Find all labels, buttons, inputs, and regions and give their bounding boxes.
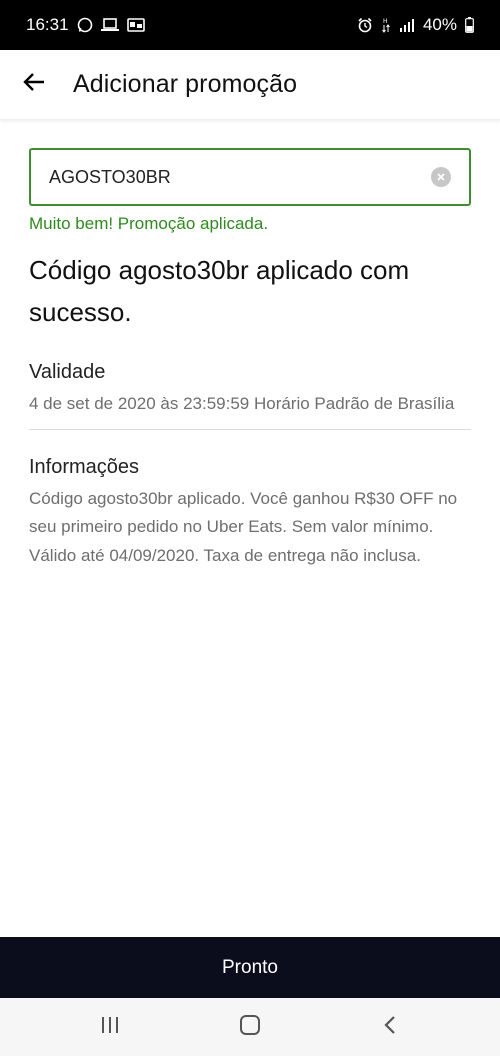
back-icon <box>383 1015 397 1040</box>
laptop-icon <box>100 18 119 32</box>
clear-circle-icon[interactable] <box>431 167 451 187</box>
status-time: 16:31 <box>26 15 69 34</box>
app-bar: Adicionar promoção <box>0 50 500 120</box>
home-button[interactable] <box>210 998 290 1056</box>
back-nav-button[interactable] <box>350 998 430 1056</box>
validity-section: Validade 4 de set de 2020 às 23:59:59 Ho… <box>29 358 471 419</box>
info-text: Código agosto30br aplicado. Você ganhou … <box>29 488 458 565</box>
promo-code-field[interactable] <box>29 148 471 206</box>
promo-code-input[interactable] <box>49 166 431 188</box>
info-section: Informações Código agosto30br aplicado. … <box>29 453 471 571</box>
card-icon <box>126 18 145 32</box>
home-icon <box>239 1014 261 1041</box>
status-right: H 40% <box>357 15 474 35</box>
recent-apps-icon <box>100 1016 120 1039</box>
divider <box>29 428 471 430</box>
validity-text: 4 de set de 2020 às 23:59:59 Horário Pad… <box>29 394 455 413</box>
success-headline: Código agosto30br aplicado com sucesso. <box>29 255 410 327</box>
status-bar: 16:31 H 40% <box>0 0 500 50</box>
battery-percent: 40% <box>422 15 457 34</box>
alarm-icon <box>357 17 373 33</box>
info-label: Informações <box>29 455 140 478</box>
main-content: Muito bem! Promoção aplicada. Código ago… <box>29 120 471 570</box>
status-left: 16:31 <box>26 15 145 35</box>
signal-icon <box>399 18 415 32</box>
whatsapp-icon <box>77 17 93 33</box>
system-nav-bar <box>0 998 500 1056</box>
arrow-left-icon <box>23 72 45 97</box>
done-button[interactable]: Pronto <box>0 937 500 998</box>
recent-apps-button[interactable] <box>70 998 150 1056</box>
back-button[interactable] <box>0 50 68 120</box>
page-title: Adicionar promoção <box>73 70 298 98</box>
validity-label: Validade <box>29 361 106 383</box>
svg-text:H: H <box>383 18 388 25</box>
battery-icon <box>465 17 474 33</box>
data-arrows-icon: H <box>381 17 391 33</box>
success-message: Muito bem! Promoção aplicada. <box>29 214 269 233</box>
